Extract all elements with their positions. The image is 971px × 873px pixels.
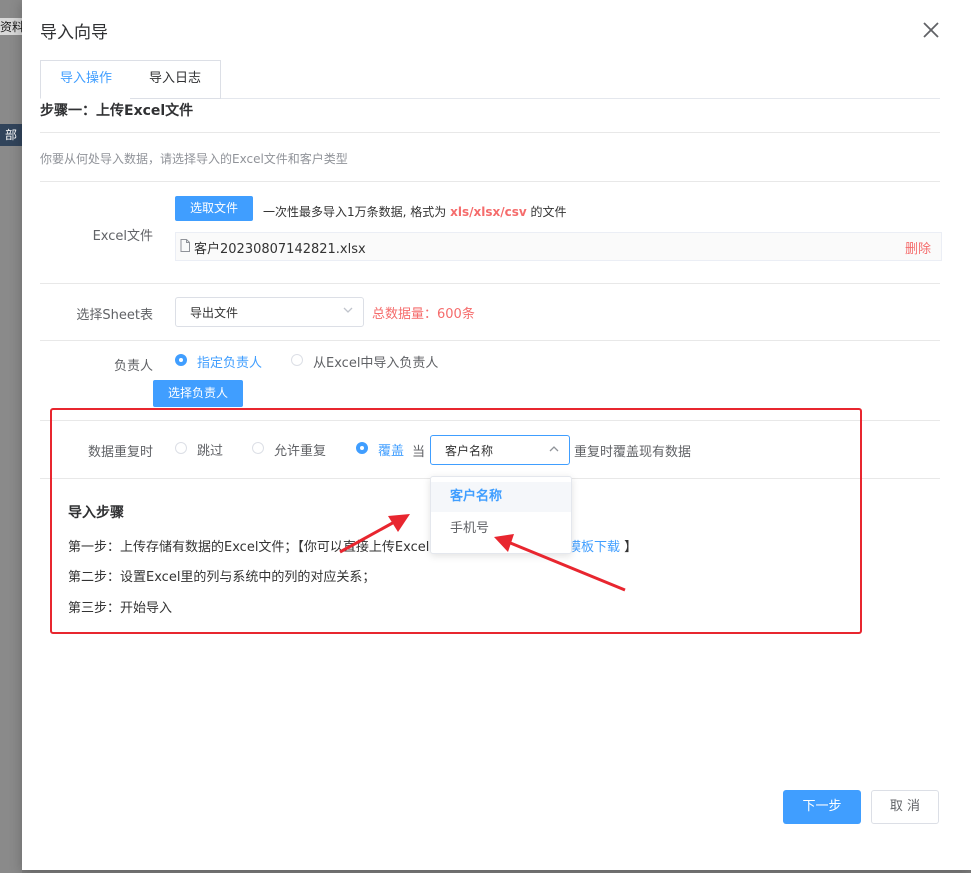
sheet-select-value: 导出文件 — [190, 306, 239, 320]
delete-file-link[interactable]: 删除 — [905, 238, 931, 257]
next-step-button[interactable]: 下一步 — [783, 790, 861, 824]
hint-formats: xls/xlsx/csv — [450, 205, 527, 219]
dialog-title: 导入向导 — [40, 23, 108, 43]
cancel-button[interactable]: 取 消 — [871, 790, 939, 824]
document-icon — [180, 239, 190, 252]
sheet-select[interactable]: 导出文件 — [175, 297, 364, 327]
annotation-highlight-box — [50, 408, 862, 634]
select-owner-button[interactable]: 选择负责人 — [153, 380, 243, 407]
tab-bar: 导入操作 导入日志 — [40, 60, 940, 99]
excel-file-label: Excel文件 — [92, 229, 153, 244]
choose-file-button[interactable]: 选取文件 — [175, 196, 253, 221]
background-fragment-left: 部 — [0, 124, 22, 146]
radio-label: 从Excel中导入负责人 — [313, 356, 439, 371]
tab-import-log[interactable]: 导入日志 — [130, 60, 221, 99]
divider — [40, 283, 940, 284]
radio-dot — [291, 354, 303, 366]
tab-import-operation[interactable]: 导入操作 — [40, 60, 132, 99]
sheet-label: 选择Sheet表 — [76, 308, 153, 323]
total-data-count: 总数据量：600条 — [372, 307, 475, 322]
hint-suffix: 的文件 — [530, 205, 567, 219]
uploaded-file-item: 客户20230807142821.xlsx 删除 — [175, 232, 942, 261]
radio-dot — [175, 354, 187, 366]
divider — [40, 132, 940, 133]
file-format-hint: 一次性最多导入1万条数据, 格式为 xls/xlsx/csv 的文件 — [263, 203, 567, 220]
divider — [40, 181, 940, 182]
close-icon[interactable] — [921, 20, 941, 40]
background-fragment-top: 资料板 — [0, 18, 22, 35]
radio-label: 指定负责人 — [197, 356, 263, 371]
chevron-down-icon — [343, 307, 353, 313]
step-one-title: 步骤一：上传Excel文件 — [40, 103, 194, 119]
divider — [40, 340, 940, 341]
file-name: 客户20230807142821.xlsx — [194, 242, 366, 257]
owner-label: 负责人 — [113, 359, 153, 374]
hint-prefix: 一次性最多导入1万条数据, 格式为 — [263, 205, 447, 219]
step-one-description: 你要从何处导入数据，请选择导入的Excel文件和客户类型 — [40, 152, 348, 166]
import-wizard-dialog: 导入向导 导入操作 导入日志 步骤一：上传Excel文件 你要从何处导入数据，请… — [22, 0, 971, 870]
